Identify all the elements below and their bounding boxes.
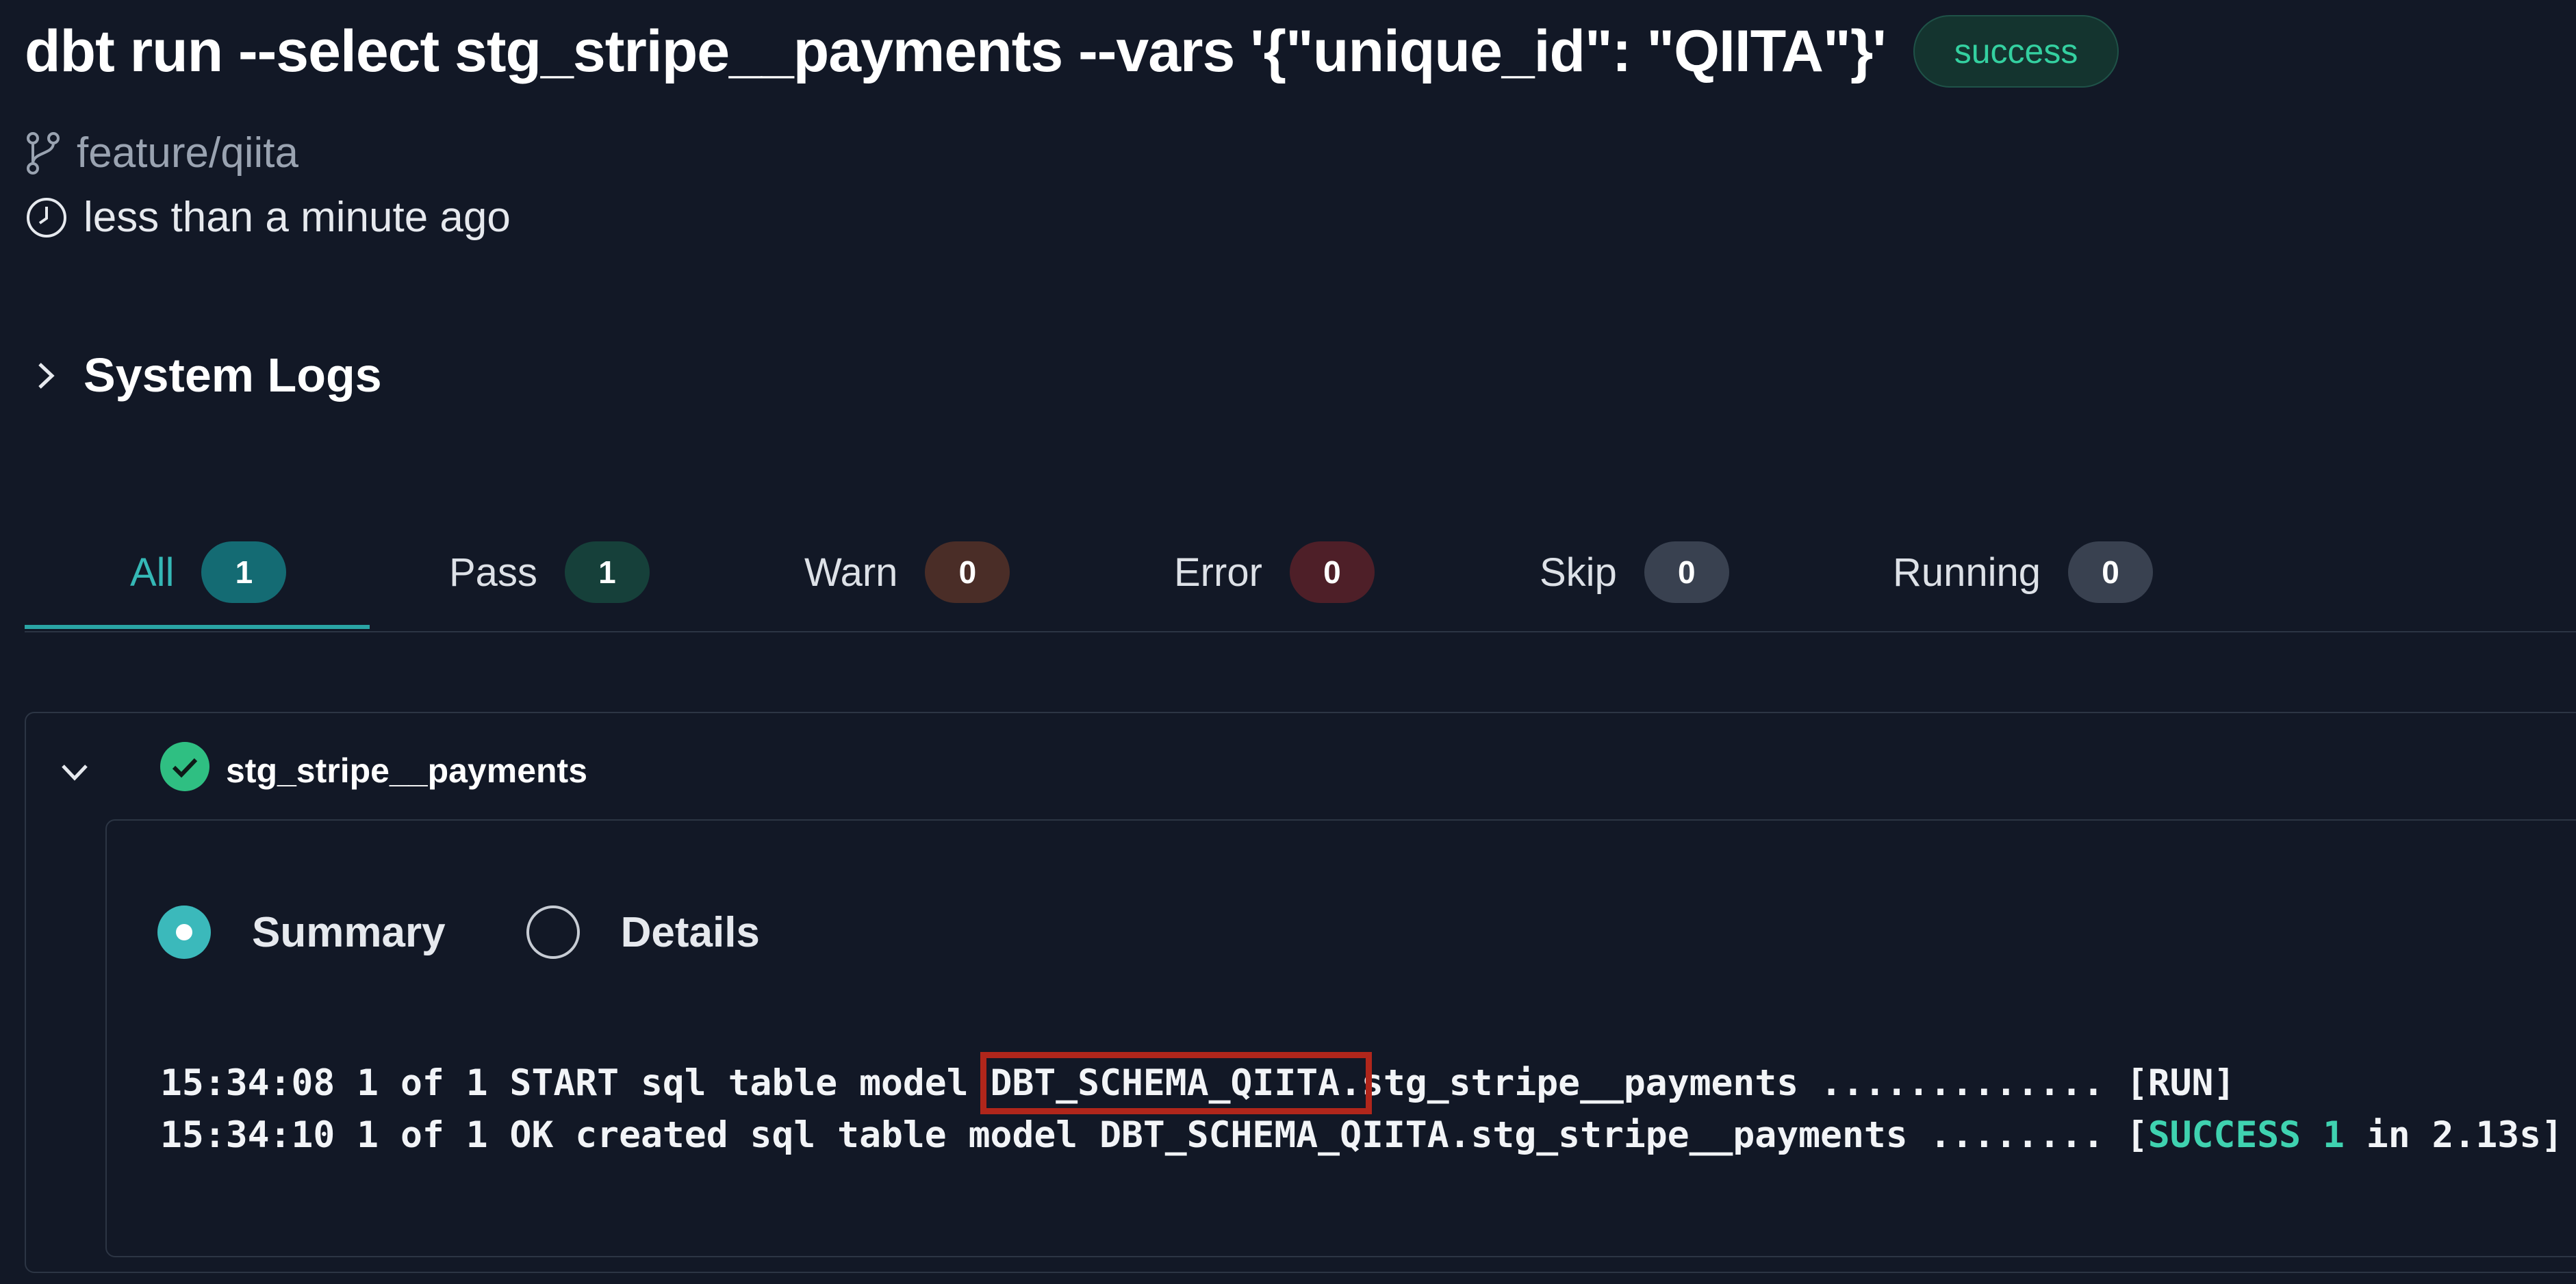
details-radio[interactable]: [526, 906, 580, 959]
active-tab-indicator: [25, 625, 370, 629]
system-logs-toggle[interactable]: System Logs: [36, 348, 382, 402]
log-line: 15:34:10 1 of 1 OK created sql table mod…: [160, 1114, 2563, 1156]
chevron-right-icon: [36, 348, 56, 402]
tab-pass[interactable]: Pass 1: [449, 527, 650, 617]
tab-label: Error: [1174, 550, 1262, 595]
tab-label: Warn: [804, 550, 898, 595]
success-text: SUCCESS 1: [2147, 1114, 2345, 1156]
summary-radio-label[interactable]: Summary: [252, 908, 446, 957]
model-name: stg_stripe__payments: [226, 752, 588, 790]
git-branch-icon: [25, 131, 62, 175]
run-command-title: dbt run --select stg_stripe__payments --…: [25, 18, 1887, 84]
tab-skip[interactable]: Skip 0: [1540, 527, 1729, 617]
model-header[interactable]: stg_stripe__payments: [59, 741, 587, 801]
summary-radio[interactable]: [157, 906, 211, 959]
clock-icon: [25, 196, 68, 240]
tab-label: Skip: [1540, 550, 1617, 595]
count-badge: 0: [925, 541, 1010, 603]
count-badge: 0: [1289, 541, 1375, 603]
count-badge: 1: [201, 541, 287, 603]
run-header: dbt run --select stg_stripe__payments --…: [25, 15, 2119, 88]
model-log-panel: Summary Details 15:34:08 1 of 1 START sq…: [105, 819, 2576, 1257]
run-timestamp: less than a minute ago: [84, 194, 511, 241]
branch-name: feature/qiita: [77, 129, 298, 177]
view-mode-selector: Summary Details: [157, 906, 841, 959]
chevron-down-icon[interactable]: [59, 751, 90, 791]
tab-warn[interactable]: Warn 0: [804, 527, 1010, 617]
log-output: 15:34:08 1 of 1 START sql table model DB…: [160, 1052, 2563, 1161]
tab-running[interactable]: Running 0: [1893, 527, 2154, 617]
success-check-icon: [159, 741, 211, 801]
tab-label: All: [130, 550, 175, 595]
system-logs-label: System Logs: [84, 348, 382, 402]
details-radio-label[interactable]: Details: [621, 908, 760, 957]
tab-label: Pass: [449, 550, 537, 595]
status-filter-tabs: All 1 Pass 1 Warn 0 Error 0 Skip 0 Runni…: [25, 520, 2576, 632]
count-badge: 0: [2068, 541, 2154, 603]
branch-row: feature/qiita: [25, 129, 298, 177]
status-badge: success: [1913, 15, 2119, 88]
time-row: less than a minute ago: [25, 193, 511, 242]
count-badge: 1: [564, 541, 650, 603]
tab-all[interactable]: All 1: [130, 527, 287, 617]
tab-error[interactable]: Error 0: [1174, 527, 1375, 617]
log-line: 15:34:08 1 of 1 START sql table model DB…: [160, 1052, 2236, 1114]
tab-label: Running: [1893, 550, 2041, 595]
count-badge: 0: [1644, 541, 1729, 603]
model-result-card: stg_stripe__payments Summary Details 15:…: [25, 712, 2576, 1273]
highlighted-schema: DBT_SCHEMA_QIITA.: [980, 1052, 1372, 1114]
